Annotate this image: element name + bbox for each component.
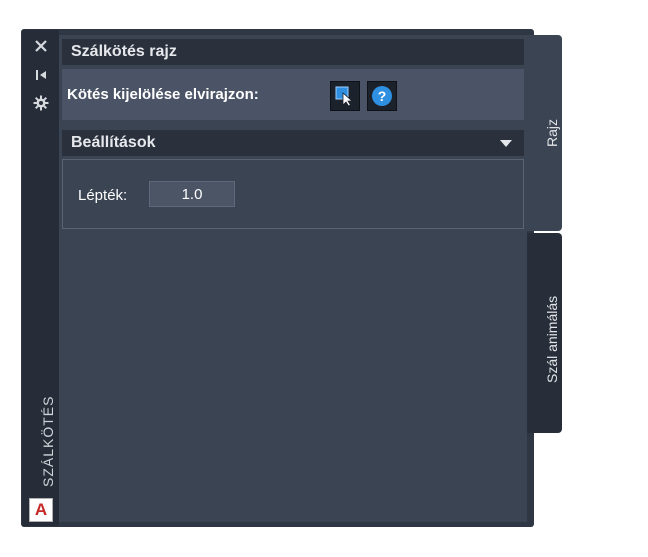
palette-vertical-title: SZÁLKÖTÉS <box>40 395 56 487</box>
section-header-beallitasok[interactable]: Beállítások <box>62 130 524 156</box>
app-logo-letter: A <box>34 500 48 519</box>
chevron-down-icon[interactable] <box>500 140 512 147</box>
select-row: Kötés kijelölése elvirajzon: ? <box>62 69 524 120</box>
help-icon: ? <box>372 86 392 106</box>
svg-text:?: ? <box>378 88 387 104</box>
select-button[interactable] <box>330 81 360 111</box>
select-label: Kötés kijelölése elvirajzon: <box>67 86 259 103</box>
section-title: Szálkötés rajz <box>71 43 177 60</box>
tab-label: Szál animálás <box>544 295 560 383</box>
pin-icon[interactable] <box>31 66 51 84</box>
gear-icon[interactable] <box>31 94 51 112</box>
scale-input[interactable]: 1.0 <box>149 181 235 207</box>
tab-szal-animalas[interactable]: Szál animálás <box>527 233 562 433</box>
section-header-szalkotes-rajz[interactable]: Szálkötés rajz <box>62 39 524 65</box>
section-title: Beállítások <box>71 134 156 151</box>
help-button[interactable]: ? <box>367 81 397 111</box>
app-logo-icon: A <box>29 498 53 522</box>
tab-rajz[interactable]: Rajz <box>527 35 562 231</box>
tab-label: Rajz <box>544 118 560 147</box>
select-icon <box>335 86 354 107</box>
close-icon[interactable] <box>31 37 51 55</box>
scale-label: Lépték: <box>78 187 128 204</box>
settings-box: Lépték: 1.0 <box>62 159 524 229</box>
